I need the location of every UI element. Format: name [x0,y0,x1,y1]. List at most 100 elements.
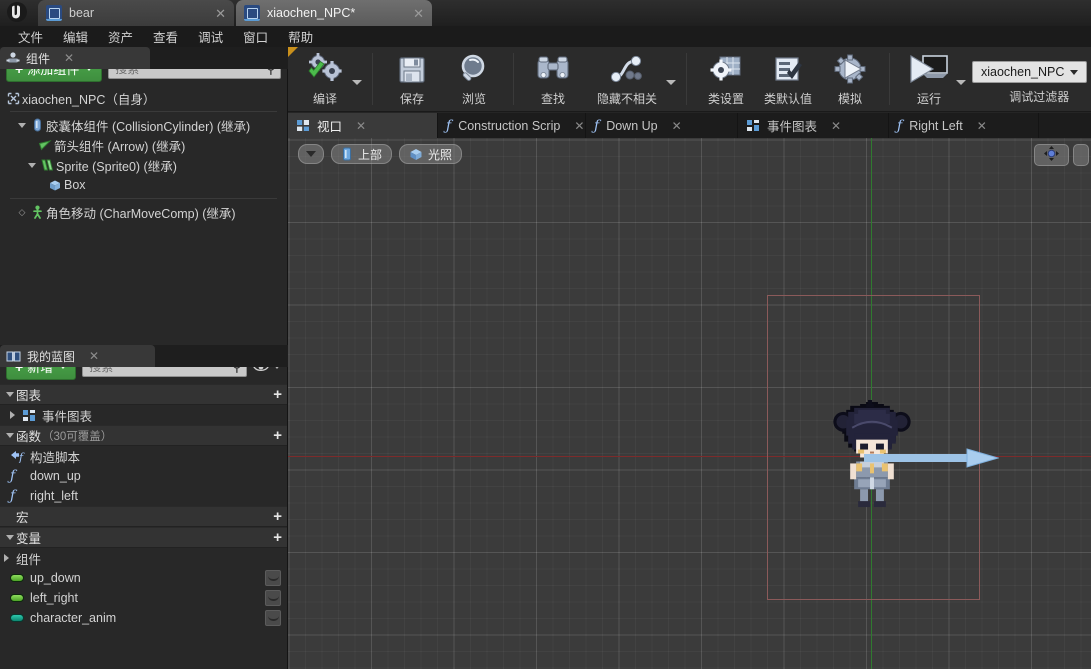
component-row-char-move-comp[interactable]: ◇ 角色移动 (CharMoveComp) (继承) [0,202,287,222]
section-header-graphs[interactable]: 图表 + [0,384,287,405]
play-button[interactable]: 运行 [898,47,960,109]
close-icon[interactable]: ✕ [215,7,226,20]
tab-my-blueprint[interactable]: 我的蓝图 ✕ [0,345,155,367]
unreal-engine-logo-icon [4,1,30,25]
list-item-down-up[interactable]: ƒ down_up [0,466,287,486]
viewport-canvas[interactable]: 上部 光照 [288,138,1091,669]
class-defaults-label: 类默认值 [763,92,812,106]
class-settings-label: 类设置 [707,92,744,106]
compile-button[interactable]: 编译 [294,47,356,109]
menu-item-view[interactable]: 查看 [143,25,188,48]
function-icon: ƒ [10,468,16,484]
tab-construction-script[interactable]: ƒ Construction Scrip ✕ [438,113,586,138]
debug-filter-dropdown[interactable]: xiaochen_NPC [972,61,1088,83]
class-defaults-button[interactable]: 类默认值 [757,47,819,109]
tab-viewport[interactable]: 视口 ✕ [288,113,438,138]
viewport-lighting-button[interactable]: 光照 [399,144,463,164]
viewport-view-mode-button[interactable]: 上部 [331,144,393,164]
add-graph-button[interactable]: + [273,387,282,402]
toolbar-group-play: 运行 xiaochen_NPC ⚲ 调试过滤器 [892,47,1091,112]
menu-item-asset[interactable]: 资产 [98,25,143,48]
expander-icon[interactable] [16,122,28,128]
expander-icon[interactable] [4,392,16,397]
construction-script-icon: f [10,449,30,463]
viewport-options-button[interactable] [298,144,324,164]
list-item-right-left[interactable]: ƒ right_left [0,486,287,506]
browse-button[interactable]: 浏览 [443,47,505,109]
hide-unrelated-chevron-down-icon[interactable] [666,80,676,85]
section-title: 宏 [16,511,29,525]
list-item-label: character_anim [30,611,117,625]
section-subtitle: （30可覆盖） [42,430,113,443]
expander-icon[interactable] [4,554,16,562]
component-row-collision-cylinder[interactable]: 胶囊体组件 (CollisionCylinder) (继承) [0,115,287,135]
transform-extra-button[interactable] [1073,144,1089,166]
tab-event-graph[interactable]: 事件图表 ✕ [738,113,889,138]
find-button[interactable]: 查找 [522,47,584,109]
close-icon[interactable]: ✕ [356,119,366,133]
menu-item-debug[interactable]: 调试 [188,25,233,48]
list-item-up-down[interactable]: up_down [0,568,287,588]
play-chevron-down-icon[interactable] [956,80,966,85]
component-row-sprite[interactable]: Sprite (Sprite0) (继承) [0,155,287,175]
visibility-toggle-button[interactable] [265,610,281,626]
tree-divider [10,198,277,199]
magnifier-icon [456,51,492,89]
list-item-character-anim[interactable]: character_anim [0,608,287,628]
close-icon[interactable]: ✕ [413,7,424,20]
class-settings-button[interactable]: 类设置 [695,47,757,109]
expander-icon[interactable] [26,162,38,168]
compile-label: 编译 [312,92,337,106]
section-title: 变量 [16,532,42,546]
menu-item-edit[interactable]: 编辑 [53,25,98,48]
save-button[interactable]: 保存 [381,47,443,109]
expander-icon[interactable] [10,411,22,419]
gear-play-icon [831,51,869,89]
add-function-button[interactable]: + [273,428,282,443]
debug-filter-group: xiaochen_NPC ⚲ 调试过滤器 [972,47,1091,105]
move-widget-button[interactable] [1034,144,1069,166]
viewport-toolbar: 上部 光照 [298,144,463,164]
character-movement-icon [28,205,46,219]
close-icon[interactable]: ✕ [672,119,682,133]
simulate-button[interactable]: 模拟 [819,47,881,109]
list-item-components-category[interactable]: 组件 [0,548,287,568]
window-tab-bear[interactable]: bear ✕ [38,0,234,26]
browse-label: 浏览 [461,92,486,106]
close-icon[interactable]: ✕ [574,119,584,133]
components-icon [6,51,20,65]
list-item-construction-script[interactable]: f 构造脚本 [0,446,287,466]
menu-item-help[interactable]: 帮助 [278,25,323,48]
close-icon[interactable]: ✕ [831,119,841,133]
add-macro-button[interactable]: + [273,509,282,524]
section-header-variables[interactable]: 变量 + [0,527,287,548]
tab-components[interactable]: 组件 ✕ [0,47,150,69]
component-row-box[interactable]: Box [0,175,287,195]
component-root-row[interactable]: xiaochen_NPC（自身） [0,88,287,108]
close-icon[interactable]: ✕ [64,51,74,65]
compile-chevron-down-icon[interactable] [352,80,362,85]
list-item-left-right[interactable]: left_right [0,588,287,608]
menu-item-file[interactable]: 文件 [8,25,53,48]
menu-item-window[interactable]: 窗口 [233,25,278,48]
section-header-functions[interactable]: 函数 （30可覆盖） + [0,425,287,446]
visibility-toggle-button[interactable] [265,590,281,606]
list-item-label: 构造脚本 [30,450,81,465]
visibility-toggle-button[interactable] [265,570,281,586]
components-panel: 组件 ✕ + 添加组件 搜索 ⚲ [0,47,288,345]
tab-right-left[interactable]: ƒ Right Left ✕ [889,113,1039,138]
expander-icon[interactable] [4,433,16,438]
tab-down-up[interactable]: ƒ Down Up ✕ [586,113,738,138]
component-row-arrow[interactable]: 箭头组件 (Arrow) (继承) [0,135,287,155]
expander-icon[interactable] [4,535,16,540]
add-variable-button[interactable]: + [273,530,282,545]
move-gizmo-x-arrow[interactable] [864,448,1000,468]
hide-unrelated-button[interactable]: 隐藏不相关 [584,47,670,109]
section-header-macros[interactable]: 宏 + [0,506,287,527]
close-icon[interactable]: ✕ [977,119,987,133]
save-label: 保存 [399,92,424,106]
close-icon[interactable]: ✕ [89,349,99,363]
list-check-icon [770,51,806,89]
list-item-event-graph[interactable]: 事件图表 [0,405,287,425]
window-tab-xiaochen-npc[interactable]: xiaochen_NPC* ✕ [236,0,432,26]
